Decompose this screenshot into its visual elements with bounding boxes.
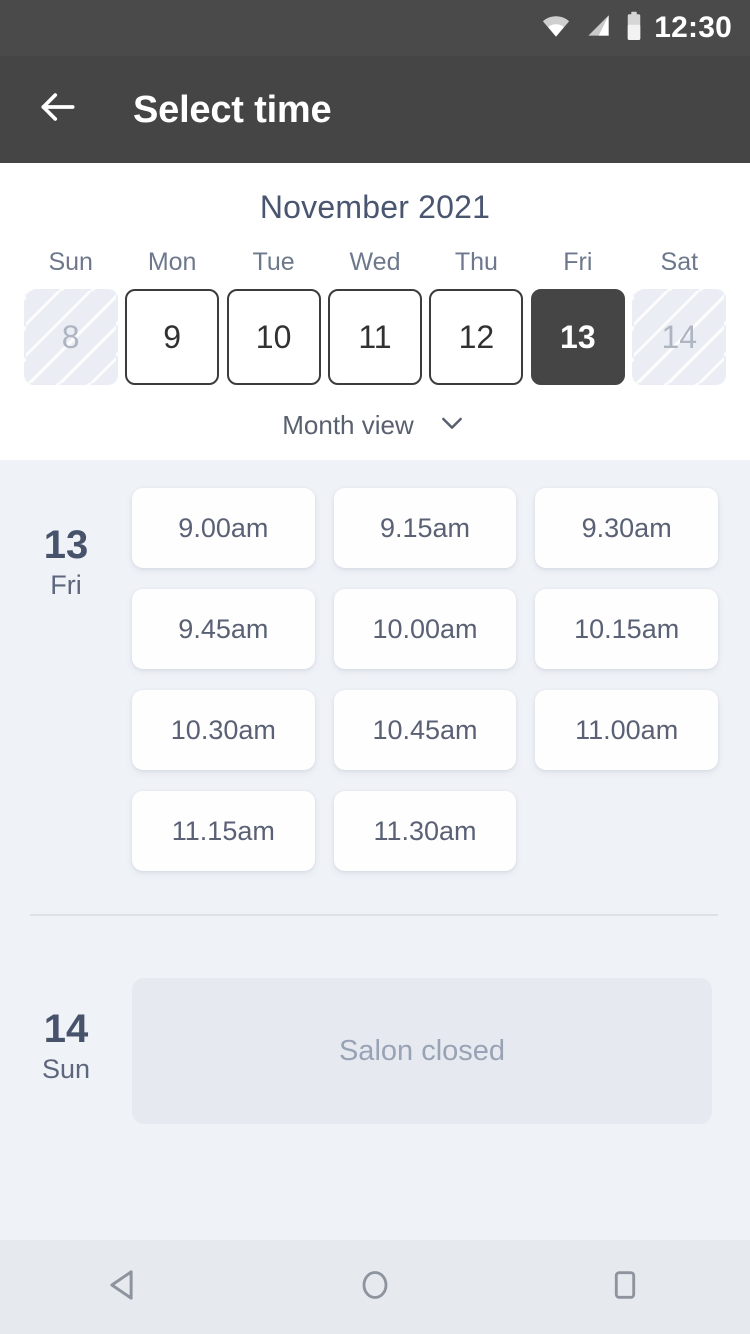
day-label-number: 14 xyxy=(43,1007,89,1051)
nav-recents-button[interactable] xyxy=(570,1240,680,1334)
nav-back-button[interactable] xyxy=(70,1240,180,1334)
page-title: Select time xyxy=(133,88,332,131)
calendar-day-cell-wrap: 10 xyxy=(223,289,324,385)
nav-home-button[interactable] xyxy=(320,1240,430,1334)
time-slot-button[interactable]: 11.15am xyxy=(132,791,315,871)
day-label-number: 13 xyxy=(43,523,89,567)
calendar-day-8: 8 xyxy=(23,289,118,385)
day-label: 14 Sun xyxy=(0,978,132,1087)
calendar-day-13[interactable]: 13 xyxy=(530,289,625,385)
calendar-month-title: November 2021 xyxy=(259,189,491,225)
calendar-weekday-row: Sun Mon Tue Wed Thu Fri Sat xyxy=(0,248,750,289)
weekday-label: Fri xyxy=(563,248,593,276)
calendar-day-12[interactable]: 12 xyxy=(429,289,524,385)
time-slot-grid: 9.00am 9.15am 9.30am 9.45am 10.00am 10.15am 10… xyxy=(132,488,750,871)
time-slots-area: 13 Fri 9.00am 9.15am 9.30am 9.45am 10.00am 10… xyxy=(0,460,750,1240)
back-button[interactable] xyxy=(30,82,86,138)
recents-square-icon xyxy=(606,1266,644,1309)
calendar-day-cell-wrap: 11 xyxy=(324,289,425,385)
app-toolbar: Select time xyxy=(0,56,750,163)
calendar-day-cell-wrap: 14 xyxy=(629,289,730,385)
day-label-weekday: Sun xyxy=(41,1054,91,1084)
calendar-day-cell-wrap: 13 xyxy=(527,289,628,385)
chevron-down-icon xyxy=(436,407,468,444)
status-bar-clock: 12:30 xyxy=(654,11,732,44)
android-nav-bar xyxy=(0,1240,750,1334)
calendar-day-11[interactable]: 11 xyxy=(327,289,422,385)
time-slot-button[interactable]: 11.00am xyxy=(535,690,718,770)
calendar-day-number: 10 xyxy=(255,318,292,355)
arrow-left-icon xyxy=(36,85,80,134)
weekday-label: Wed xyxy=(349,248,401,276)
month-view-toggle[interactable]: Month view xyxy=(0,385,750,444)
month-view-label: Month view xyxy=(282,410,414,440)
status-icons xyxy=(541,11,642,46)
calendar-day-cell-wrap: 12 xyxy=(426,289,527,385)
weekday-label: Sun xyxy=(48,248,93,276)
weekday-label: Thu xyxy=(454,248,498,276)
calendar-day-number: 13 xyxy=(560,318,596,355)
salon-closed-card: Salon closed xyxy=(132,978,712,1124)
battery-icon xyxy=(626,11,642,46)
time-slot-button[interactable]: 10.15am xyxy=(535,589,718,669)
back-triangle-icon xyxy=(104,1264,146,1311)
calendar-day-10[interactable]: 10 xyxy=(226,289,321,385)
calendar-day-number: 8 xyxy=(61,318,80,355)
day-label-weekday: Fri xyxy=(50,570,82,600)
time-slot-button[interactable]: 9.30am xyxy=(535,488,718,568)
calendar-day-14: 14 xyxy=(632,289,727,385)
weekday-label: Mon xyxy=(147,248,197,276)
calendar-day-9[interactable]: 9 xyxy=(125,289,220,385)
wifi-icon xyxy=(541,11,571,46)
time-slot-button[interactable]: 11.30am xyxy=(333,791,517,871)
app-screen: 12:30 Select time November 2021 Sun Mon … xyxy=(0,0,750,1334)
calendar-day-number: 11 xyxy=(358,318,392,355)
status-bar: 12:30 xyxy=(0,0,750,56)
calendar-day-number: 14 xyxy=(661,318,698,355)
time-slot-button[interactable]: 9.15am xyxy=(333,488,517,568)
time-slot-button[interactable]: 9.45am xyxy=(132,589,315,669)
calendar-day-cell-wrap: 9 xyxy=(121,289,222,385)
calendar-day-number: 9 xyxy=(163,318,182,355)
calendar-days-row: 8 9 10 11 12 13 14 xyxy=(0,289,750,385)
time-slot-button[interactable]: 10.00am xyxy=(333,589,517,669)
schedule-day-group: 13 Fri 9.00am 9.15am 9.30am 9.45am 10.00am 10… xyxy=(0,460,750,871)
calendar-panel: November 2021 Sun Mon Tue Wed Thu Fri Sa… xyxy=(0,163,750,460)
signal-icon xyxy=(585,12,612,44)
time-slot-button[interactable]: 10.45am xyxy=(333,690,517,770)
weekday-label: Sat xyxy=(660,248,699,276)
calendar-day-cell-wrap: 8 xyxy=(20,289,121,385)
time-slot-button[interactable]: 9.00am xyxy=(132,488,315,568)
calendar-day-number: 12 xyxy=(458,318,495,355)
home-circle-icon xyxy=(355,1265,395,1310)
day-label: 13 Fri xyxy=(0,488,132,603)
time-slot-button[interactable]: 10.30am xyxy=(132,690,315,770)
schedule-day-group: 14 Sun Salon closed xyxy=(0,916,750,1124)
weekday-label: Tue xyxy=(252,248,295,276)
